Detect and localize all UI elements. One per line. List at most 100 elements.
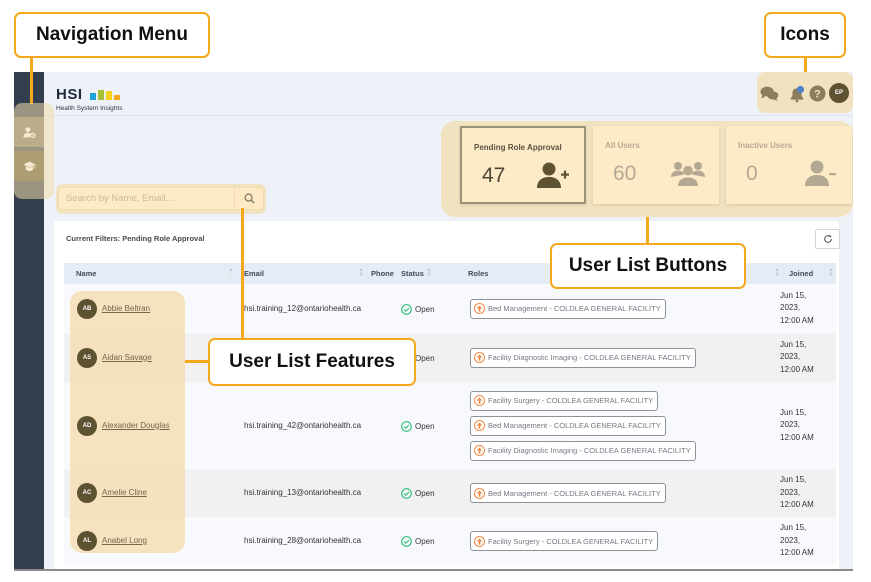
column-email[interactable]: Email xyxy=(244,269,264,278)
role-chip[interactable]: Facility Diagnostic Imaging - COLDLEA GE… xyxy=(470,347,696,368)
status-text: Open xyxy=(415,304,435,314)
arrow-up-circle-icon xyxy=(474,535,485,547)
joined-date: Jun 15, 2023, 12:00 AM xyxy=(780,523,814,557)
card-value: 0 xyxy=(746,162,758,185)
user-name-link[interactable]: Alexander Douglas xyxy=(102,421,170,430)
sort-icon[interactable]: ▲ ▼ xyxy=(774,267,780,278)
column-roles[interactable]: Roles xyxy=(468,269,488,278)
callout-line xyxy=(185,360,208,363)
pending-role-approval-card[interactable]: Pending Role Approval 47 xyxy=(460,126,586,204)
logo-text: HSI xyxy=(56,86,83,104)
users-group-icon xyxy=(671,162,705,186)
arrow-up-circle-icon xyxy=(474,420,485,431)
card-value: 47 xyxy=(482,164,506,187)
role-label: Facility Surgery - COLDLEA GENERAL FACIL… xyxy=(488,396,654,405)
joined-date: Jun 15, 2023, 12:00 AM xyxy=(780,290,814,325)
role-chip[interactable]: Facility Diagnostic Imaging - COLDLEA GE… xyxy=(470,440,696,461)
status-text: Open xyxy=(415,353,435,363)
check-circle-icon xyxy=(401,488,412,499)
check-circle-icon xyxy=(401,420,412,432)
sort-icon[interactable]: ▲ ▼ xyxy=(358,267,364,278)
status-badge: Open xyxy=(401,536,435,547)
role-label: Bed Management - COLDLEA GENERAL FACILIT… xyxy=(488,488,661,498)
status-text: Open xyxy=(415,489,435,498)
user-plus-icon xyxy=(537,162,569,188)
status-text: Open xyxy=(415,421,435,431)
arrow-up-circle-icon xyxy=(474,303,485,314)
callout-line xyxy=(241,208,244,338)
avatar: AL xyxy=(77,531,97,551)
hsi-logo[interactable]: HSI Health System Insights xyxy=(56,86,122,112)
callout-line xyxy=(646,217,649,243)
card-title: Inactive Users xyxy=(738,141,793,150)
callout-line xyxy=(30,58,33,104)
current-filters: Current Filters: Pending Role Approval xyxy=(66,234,205,243)
avatar: AS xyxy=(77,347,97,368)
user-name-link[interactable]: Anabel Long xyxy=(102,536,147,545)
arrow-up-circle-icon xyxy=(474,395,485,406)
search-icon xyxy=(244,193,255,204)
chat-button[interactable] xyxy=(760,84,779,103)
svg-text:?: ? xyxy=(814,88,821,100)
search-box xyxy=(58,187,264,210)
search-input[interactable] xyxy=(59,188,235,209)
user-avatar[interactable]: EP xyxy=(829,83,849,103)
role-label: Bed Management - COLDLEA GENERAL FACILIT… xyxy=(488,304,661,313)
role-label: Facility Diagnostic Imaging - COLDLEA GE… xyxy=(488,446,691,455)
bell-icon xyxy=(790,85,804,102)
callout-user-list-features: User List Features xyxy=(208,338,416,386)
check-circle-icon xyxy=(401,536,412,547)
avatar: AD xyxy=(77,415,97,436)
check-circle-icon xyxy=(401,303,412,315)
refresh-button[interactable] xyxy=(815,229,840,249)
sort-icon[interactable]: ▲ ▼ xyxy=(828,267,834,278)
user-name-link[interactable]: Aidan Savage xyxy=(102,353,152,362)
user-name-link[interactable]: Amelie Cline xyxy=(102,488,147,497)
callout-icons: Icons xyxy=(764,12,846,58)
role-chip[interactable]: Bed Management - COLDLEA GENERAL FACILIT… xyxy=(470,298,666,319)
status-badge: Open xyxy=(401,420,435,432)
role-chip[interactable]: Facility Surgery - COLDLEA GENERAL FACIL… xyxy=(470,390,659,411)
callout-navigation-menu: Navigation Menu xyxy=(14,12,210,58)
bottom-divider xyxy=(14,569,853,571)
role-chip[interactable]: Facility Surgery - COLDLEA GENERAL FACIL… xyxy=(470,531,659,551)
user-name-link[interactable]: Abbie Beltran xyxy=(102,304,150,313)
user-email: hsi.training_13@ontariohealth.ca xyxy=(244,488,362,497)
logo-subtitle: Health System Insights xyxy=(56,105,123,112)
sort-icon[interactable]: ▲ ▼ xyxy=(228,267,234,278)
column-status[interactable]: Status xyxy=(401,269,424,278)
avatar: AC xyxy=(77,483,97,503)
column-phone[interactable]: Phone xyxy=(371,269,394,278)
column-name[interactable]: Name xyxy=(76,269,96,278)
joined-date: Jun 15, 2023, 12:00 AM xyxy=(780,407,814,442)
top-bar: HSI Health System Insights ? EP xyxy=(44,72,853,116)
role-label: Facility Diagnostic Imaging - COLDLEA GE… xyxy=(488,353,691,362)
column-joined[interactable]: Joined xyxy=(789,269,813,278)
navigation-menu-highlight xyxy=(14,103,54,199)
card-title: All Users xyxy=(605,141,640,150)
search-button[interactable] xyxy=(234,188,263,209)
status-badge: Open xyxy=(401,303,435,315)
callout-user-list-buttons: User List Buttons xyxy=(550,243,746,289)
notifications-button[interactable] xyxy=(787,84,806,103)
arrow-up-circle-icon xyxy=(474,487,485,499)
role-label: Facility Surgery - COLDLEA GENERAL FACIL… xyxy=(488,536,654,546)
user-email: hsi.training_12@ontariohealth.ca xyxy=(244,303,362,313)
inactive-users-card[interactable]: Inactive Users 0 xyxy=(726,126,852,204)
help-icon: ? xyxy=(809,85,826,102)
logo-bars xyxy=(89,89,120,100)
user-email: hsi.training_42@ontariohealth.ca xyxy=(244,420,362,430)
role-chip[interactable]: Bed Management - COLDLEA GENERAL FACILIT… xyxy=(470,415,666,436)
joined-date: Jun 15, 2023, 12:00 AM xyxy=(780,475,814,509)
all-users-card[interactable]: All Users 60 xyxy=(593,126,719,204)
sort-icon[interactable]: ▲ ▼ xyxy=(426,267,432,278)
arrow-up-circle-icon xyxy=(474,352,485,363)
user-minus-icon xyxy=(805,160,836,186)
refresh-icon xyxy=(823,234,832,243)
role-label: Bed Management - COLDLEA GENERAL FACILIT… xyxy=(488,421,661,430)
card-title: Pending Role Approval xyxy=(474,143,562,152)
chat-icon xyxy=(760,86,779,102)
help-button[interactable]: ? xyxy=(808,84,827,103)
avatar: AB xyxy=(77,298,97,319)
role-chip[interactable]: Bed Management - COLDLEA GENERAL FACILIT… xyxy=(470,483,666,503)
